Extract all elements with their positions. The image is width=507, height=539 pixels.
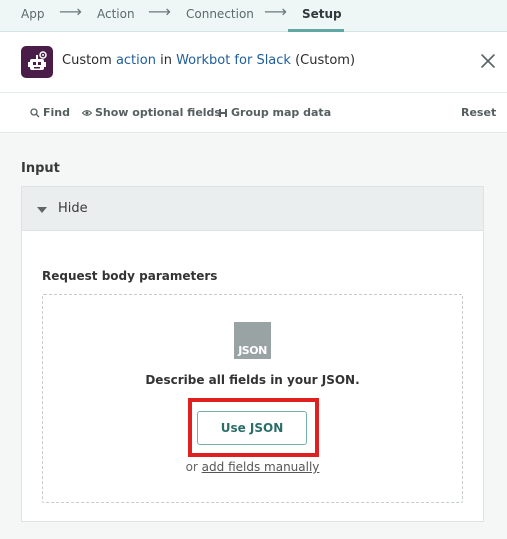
title-prefix: Custom — [62, 53, 116, 68]
input-heading: Input — [21, 161, 60, 176]
find-button[interactable]: Find — [30, 106, 70, 119]
hide-label: Hide — [58, 201, 88, 216]
title-suffix: (Custom) — [290, 53, 356, 68]
or-text: or — [185, 460, 202, 474]
step-app[interactable]: App — [21, 7, 44, 21]
describe-text: Describe all fields in your JSON. — [145, 373, 360, 387]
input-section: Input Hide Request body parameters JSON … — [0, 134, 507, 539]
arrow-right-icon: ⟶ — [264, 2, 287, 21]
input-panel: Hide Request body parameters JSON Descri… — [21, 186, 484, 522]
group-map-data-button[interactable]: Group map data — [218, 106, 331, 119]
action-link[interactable]: action — [116, 53, 156, 68]
find-label: Find — [43, 106, 70, 119]
app-link[interactable]: Workbot for Slack — [176, 53, 291, 68]
reset-button[interactable]: Reset — [461, 106, 496, 119]
step-connection[interactable]: Connection — [186, 7, 254, 21]
arrow-right-icon: ⟶ — [148, 2, 171, 21]
json-icon-text: JSON — [238, 344, 267, 357]
workbot-robot-icon — [21, 46, 53, 78]
step-action[interactable]: Action — [97, 7, 135, 21]
eye-icon — [82, 109, 92, 116]
step-title: Custom action in Workbot for Slack (Cust… — [62, 53, 355, 68]
json-icon: JSON — [234, 322, 271, 359]
reset-label: Reset — [461, 106, 497, 119]
caret-down-icon — [37, 207, 47, 213]
request-body-label: Request body parameters — [42, 269, 218, 283]
group-icon — [219, 108, 227, 117]
or-line: or add fields manually — [43, 460, 462, 474]
arrow-right-icon: ⟶ — [59, 2, 82, 21]
hide-toggle[interactable]: Hide — [22, 187, 483, 231]
use-json-button[interactable]: Use JSON — [197, 411, 307, 445]
title-mid: in — [155, 53, 177, 68]
json-dropzone: JSON Describe all fields in your JSON. U… — [42, 294, 463, 503]
step-header: Custom action in Workbot for Slack (Cust… — [0, 32, 507, 93]
toolbar: Find Show optional fields Group map data… — [0, 93, 507, 133]
search-icon — [30, 107, 40, 117]
add-fields-manually-link[interactable]: add fields manually — [202, 460, 320, 474]
close-icon[interactable] — [479, 52, 497, 70]
step-setup[interactable]: Setup — [302, 7, 342, 21]
group-label: Group map data — [231, 106, 332, 119]
optional-label: Show optional fields — [95, 106, 221, 119]
show-optional-fields-button[interactable]: Show optional fields — [82, 106, 221, 119]
wizard-stepper: App ⟶ Action ⟶ Connection ⟶ Setup — [0, 0, 507, 32]
